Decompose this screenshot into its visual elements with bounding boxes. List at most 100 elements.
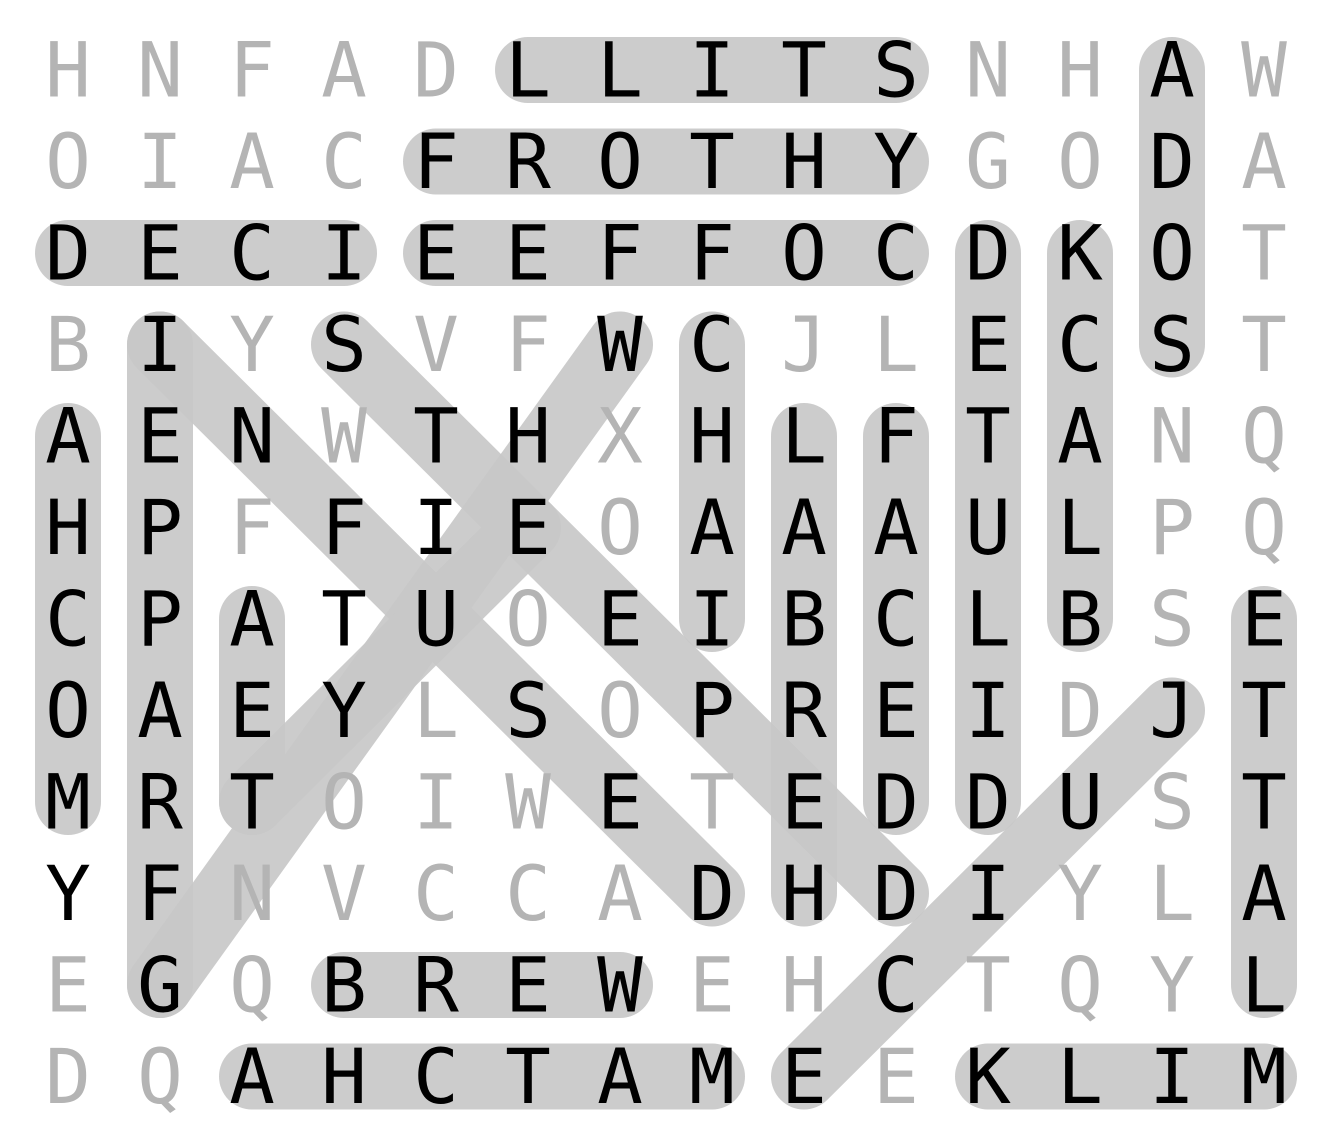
grid-letter[interactable]: P xyxy=(137,483,183,572)
grid-letter[interactable]: E xyxy=(597,575,643,664)
grid-letter[interactable]: L xyxy=(505,26,551,115)
grid-letter[interactable]: A xyxy=(229,1032,275,1121)
grid-letter[interactable]: L xyxy=(597,26,643,115)
grid-letter[interactable]: N xyxy=(965,26,1011,115)
grid-letter[interactable]: I xyxy=(965,666,1011,755)
grid-letter[interactable]: H xyxy=(45,26,91,115)
grid-letter[interactable]: G xyxy=(965,117,1011,206)
grid-letter[interactable]: E xyxy=(413,209,459,298)
grid-letter[interactable]: F xyxy=(689,209,735,298)
grid-letter[interactable]: Y xyxy=(45,849,91,938)
grid-letter[interactable]: B xyxy=(1057,575,1103,664)
grid-letter[interactable]: D xyxy=(45,209,91,298)
grid-letter[interactable]: D xyxy=(1149,117,1195,206)
grid-letter[interactable]: C xyxy=(321,117,367,206)
grid-letter[interactable]: D xyxy=(413,26,459,115)
grid-letter[interactable]: H xyxy=(689,392,735,481)
grid-letter[interactable]: W xyxy=(1241,26,1287,115)
grid-letter[interactable]: P xyxy=(689,666,735,755)
grid-letter[interactable]: A xyxy=(1241,117,1287,206)
grid-letter[interactable]: O xyxy=(321,758,367,847)
grid-letter[interactable]: T xyxy=(413,392,459,481)
grid-letter[interactable]: L xyxy=(1057,1032,1103,1121)
grid-letter[interactable]: U xyxy=(1057,758,1103,847)
grid-letter[interactable]: Q xyxy=(229,941,275,1030)
grid-letter[interactable]: C xyxy=(1057,300,1103,389)
grid-letter[interactable]: M xyxy=(45,758,91,847)
grid-letter[interactable]: A xyxy=(1149,26,1195,115)
grid-letter[interactable]: N xyxy=(229,392,275,481)
grid-letter[interactable]: S xyxy=(873,26,919,115)
grid-letter[interactable]: H xyxy=(321,1032,367,1121)
grid-letter[interactable]: U xyxy=(965,483,1011,572)
grid-letter[interactable]: B xyxy=(321,941,367,1030)
grid-letter[interactable]: Q xyxy=(1241,392,1287,481)
grid-letter[interactable]: E xyxy=(505,941,551,1030)
grid-letter[interactable]: E xyxy=(505,483,551,572)
grid-letter[interactable]: I xyxy=(321,209,367,298)
grid-letter[interactable]: Y xyxy=(873,117,919,206)
grid-letter[interactable]: J xyxy=(781,300,827,389)
grid-letter[interactable]: T xyxy=(1241,209,1287,298)
grid-letter[interactable]: C xyxy=(873,575,919,664)
grid-letter[interactable]: F xyxy=(505,300,551,389)
grid-letter[interactable]: O xyxy=(597,483,643,572)
grid-letter[interactable]: O xyxy=(45,666,91,755)
grid-letter[interactable]: H xyxy=(45,483,91,572)
grid-letter[interactable]: O xyxy=(597,666,643,755)
grid-letter[interactable]: T xyxy=(1241,666,1287,755)
grid-letter[interactable]: J xyxy=(1149,666,1195,755)
grid-letter[interactable]: T xyxy=(1241,758,1287,847)
grid-letter[interactable]: D xyxy=(689,849,735,938)
grid-letter[interactable]: H xyxy=(505,392,551,481)
grid-letter[interactable]: X xyxy=(597,392,643,481)
grid-letter[interactable]: L xyxy=(873,300,919,389)
grid-letter[interactable]: T xyxy=(965,392,1011,481)
grid-letter[interactable]: I xyxy=(137,117,183,206)
grid-letter[interactable]: S xyxy=(1149,575,1195,664)
grid-letter[interactable]: S xyxy=(321,300,367,389)
grid-letter[interactable]: H xyxy=(781,117,827,206)
grid-letter[interactable]: Q xyxy=(1057,941,1103,1030)
grid-letter[interactable]: C xyxy=(229,209,275,298)
grid-letter[interactable]: C xyxy=(45,575,91,664)
grid-letter[interactable]: C xyxy=(413,849,459,938)
grid-letter[interactable]: A xyxy=(781,483,827,572)
grid-letter[interactable]: T xyxy=(689,758,735,847)
grid-letter[interactable]: T xyxy=(965,941,1011,1030)
grid-letter[interactable]: E xyxy=(45,941,91,1030)
grid-letter[interactable]: B xyxy=(45,300,91,389)
grid-letter[interactable]: N xyxy=(137,26,183,115)
grid-letter[interactable]: A xyxy=(873,483,919,572)
grid-letter[interactable]: A xyxy=(229,575,275,664)
grid-letter[interactable]: P xyxy=(1149,483,1195,572)
grid-letter[interactable]: E xyxy=(597,758,643,847)
grid-letter[interactable]: I xyxy=(137,300,183,389)
grid-letter[interactable]: C xyxy=(505,849,551,938)
grid-letter[interactable]: D xyxy=(873,758,919,847)
grid-letter[interactable]: F xyxy=(137,849,183,938)
grid-letter[interactable]: Y xyxy=(1057,849,1103,938)
grid-letter[interactable]: O xyxy=(597,117,643,206)
grid-letter[interactable]: O xyxy=(1057,117,1103,206)
grid-letter[interactable]: E xyxy=(689,941,735,1030)
grid-letter[interactable]: L xyxy=(1057,483,1103,572)
grid-letter[interactable]: O xyxy=(505,575,551,664)
grid-letter[interactable]: I xyxy=(689,26,735,115)
grid-letter[interactable]: V xyxy=(413,300,459,389)
grid-letter[interactable]: E xyxy=(873,666,919,755)
grid-letter[interactable]: F xyxy=(321,483,367,572)
grid-letter[interactable]: H xyxy=(1057,26,1103,115)
grid-letter[interactable]: A xyxy=(597,1032,643,1121)
grid-letter[interactable]: V xyxy=(321,849,367,938)
grid-letter[interactable]: N xyxy=(229,849,275,938)
grid-letter[interactable]: I xyxy=(965,849,1011,938)
grid-letter[interactable]: U xyxy=(413,575,459,664)
grid-letter[interactable]: O xyxy=(1149,209,1195,298)
grid-letter[interactable]: Q xyxy=(1241,483,1287,572)
grid-letter[interactable]: I xyxy=(413,758,459,847)
grid-letter[interactable]: A xyxy=(689,483,735,572)
grid-letter[interactable]: Y xyxy=(229,300,275,389)
grid-letter[interactable]: F xyxy=(413,117,459,206)
grid-letter[interactable]: D xyxy=(45,1032,91,1121)
